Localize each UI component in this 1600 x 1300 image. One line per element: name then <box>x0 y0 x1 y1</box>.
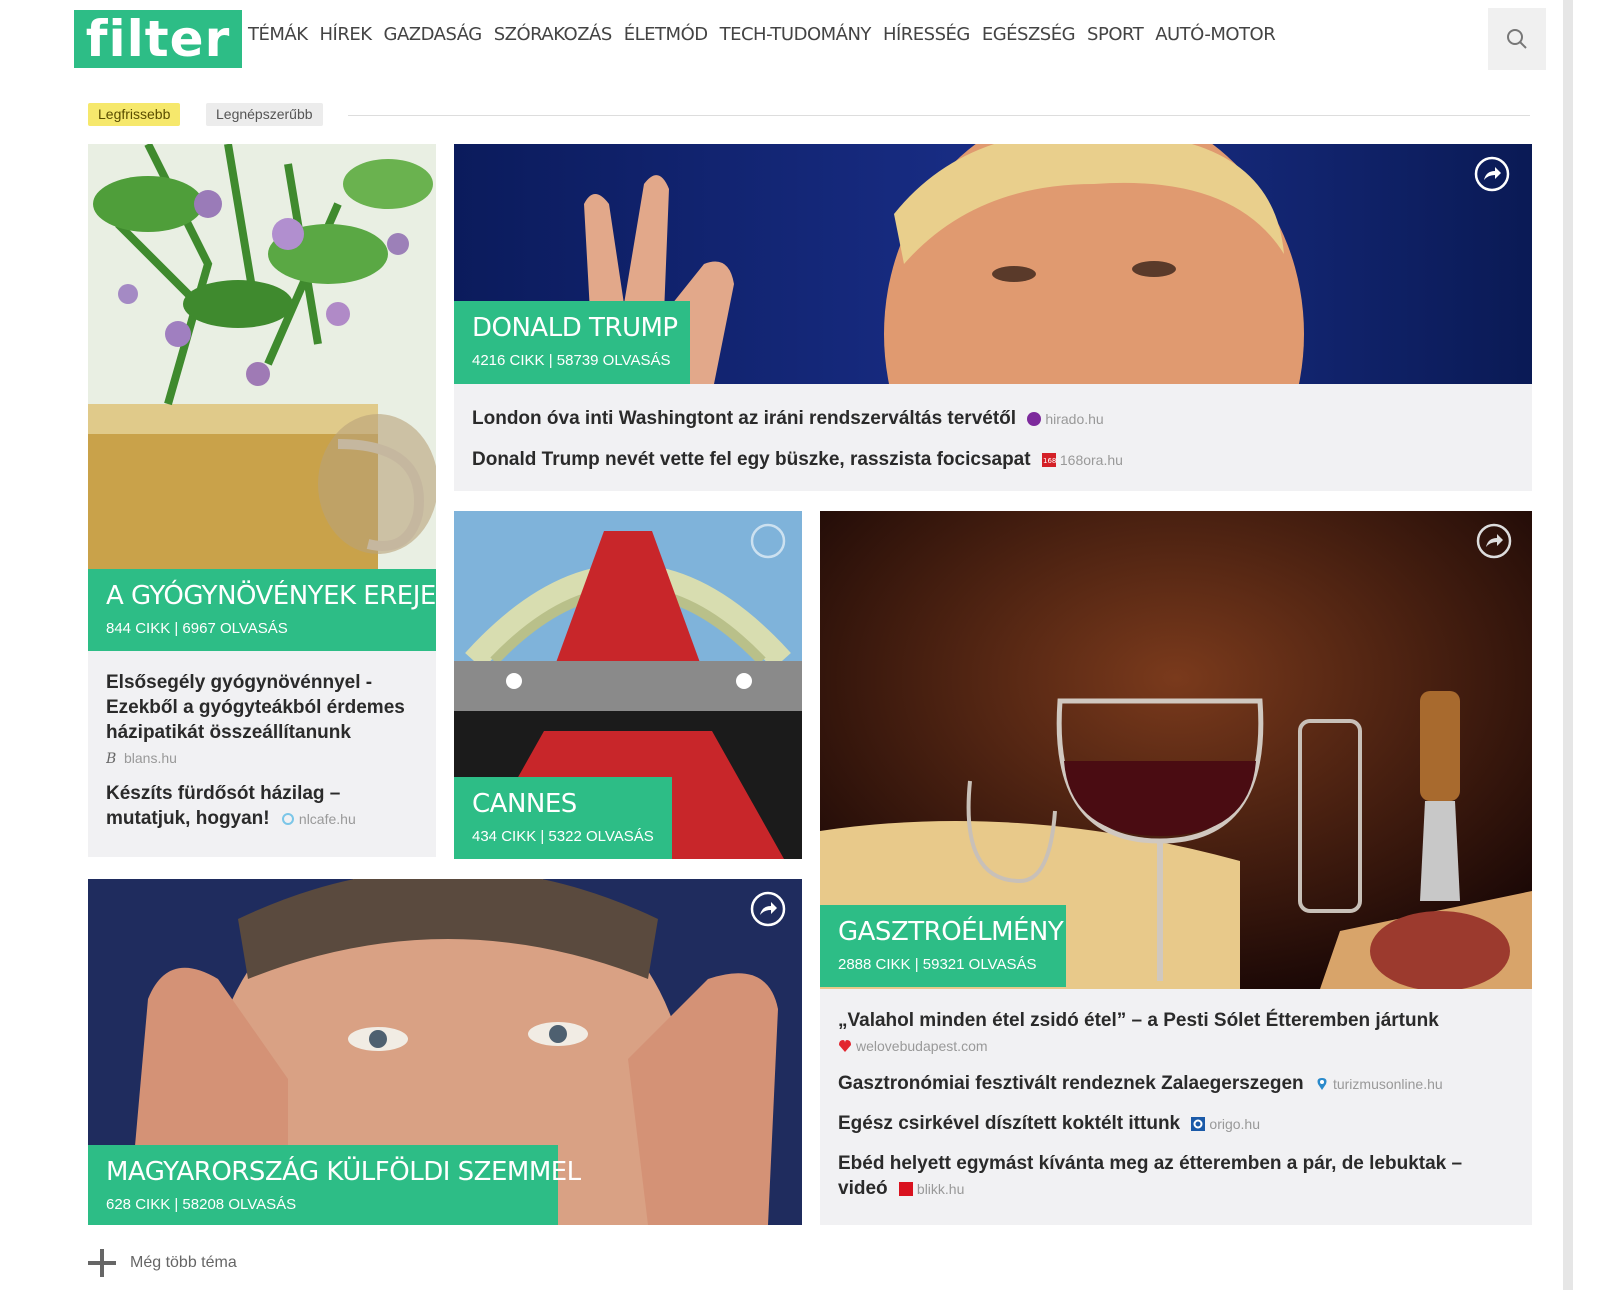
article-link[interactable]: London óva inti Washingtont az iráni ren… <box>472 406 1514 432</box>
topic-label-trump[interactable]: DONALD TRUMP 4216 CIKK | 58739 OLVASÁS <box>454 301 690 384</box>
topic-title: GASZTROÉLMÉNY <box>838 917 1064 947</box>
nav-item-temak[interactable]: TÉMÁK <box>248 24 308 45</box>
search-icon <box>1507 29 1527 49</box>
article-source: turizmusonline.hu <box>1315 1076 1443 1092</box>
scrollbar[interactable] <box>1563 0 1573 1290</box>
topic-label-herbs[interactable]: A GYÓGYNÖVÉNYEK EREJE 844 CIKK | 6967 OL… <box>88 569 436 651</box>
article-link[interactable]: Készíts fürdősót házilag – mutatjuk, hog… <box>106 781 418 832</box>
article-link[interactable]: Gasztronómiai fesztivált rendeznek Zalae… <box>838 1071 1514 1097</box>
topic-label-cannes[interactable]: CANNES 434 CIKK | 5322 OLVASÁS <box>454 777 672 859</box>
topic-card-herbs[interactable]: A GYÓGYNÖVÉNYEK EREJE 844 CIKK | 6967 OL… <box>88 144 436 857</box>
topic-stats: 4216 CIKK | 58739 OLVASÁS <box>472 352 671 369</box>
search-button[interactable] <box>1488 8 1546 70</box>
nav-item-sport[interactable]: SPORT <box>1087 24 1144 45</box>
welovebudapest-logo-icon <box>839 1040 851 1052</box>
topic-card-gastro[interactable]: GASZTROÉLMÉNY 2888 CIKK | 59321 OLVASÁS … <box>820 511 1532 1225</box>
topic-stats: 844 CIKK | 6967 OLVASÁS <box>106 620 288 637</box>
share-icon[interactable] <box>1476 523 1512 559</box>
article-title: „Valahol minden étel zsidó étel” – a Pes… <box>838 1010 1439 1031</box>
tab-popular[interactable]: Legnépszerűbb <box>206 103 323 126</box>
article-source: Bblans.hu <box>106 750 177 766</box>
topic-stats: 434 CIKK | 5322 OLVASÁS <box>472 828 654 845</box>
topic-title: CANNES <box>472 789 577 819</box>
article-source: origo.hu <box>1191 1116 1260 1132</box>
nav-item-egeszseg[interactable]: EGÉSZSÉG <box>982 24 1076 45</box>
168ora-logo-icon: 168 <box>1041 453 1056 467</box>
topic-label-hungary[interactable]: MAGYARORSZÁG KÜLFÖLDI SZEMMEL 628 CIKK |… <box>88 1145 581 1225</box>
plus-icon <box>88 1249 116 1277</box>
map-pin-icon <box>1317 1078 1327 1090</box>
topic-title: MAGYARORSZÁG KÜLFÖLDI SZEMMEL <box>106 1157 581 1187</box>
article-link[interactable]: Donald Trump nevét vette fel egy büszke,… <box>472 447 1514 473</box>
nav-item-hirek[interactable]: HÍREK <box>320 24 373 45</box>
nav-item-eletmod[interactable]: ÉLETMÓD <box>624 24 708 45</box>
share-icon[interactable] <box>750 891 786 927</box>
article-source: welovebudapest.com <box>838 1038 988 1054</box>
topic-card-trump[interactable]: DONALD TRUMP 4216 CIKK | 58739 OLVASÁS L… <box>454 144 1532 491</box>
topic-stats: 628 CIKK | 58208 OLVASÁS <box>106 1196 297 1213</box>
topic-card-cannes[interactable]: CANNES 434 CIKK | 5322 OLVASÁS <box>454 511 802 859</box>
nlcafe-logo-icon <box>281 813 294 825</box>
article-link[interactable]: Egész csirkével díszített koktélt ittunk… <box>838 1111 1514 1137</box>
topic-title: DONALD TRUMP <box>472 313 678 343</box>
nav-item-tech-tudomany[interactable]: TECH-TUDOMÁNY <box>720 24 872 45</box>
site-logo[interactable]: filter <box>74 10 242 68</box>
article-source: nlcafe.hu <box>281 811 356 827</box>
blans-logo-icon: B <box>106 751 116 765</box>
article-title: Gasztronómiai fesztivált rendeznek Zalae… <box>838 1073 1304 1094</box>
article-title: Donald Trump nevét vette fel egy büszke,… <box>472 449 1031 470</box>
article-source: hirado.hu <box>1027 411 1104 427</box>
article-title: Egész csirkével díszített koktélt ittunk <box>838 1113 1181 1134</box>
divider <box>348 115 1530 116</box>
topic-title: A GYÓGYNÖVÉNYEK EREJE <box>106 581 436 611</box>
share-icon[interactable] <box>1474 156 1510 192</box>
more-topics-label: Még több téma <box>130 1254 237 1271</box>
nav-item-hiresseg[interactable]: HÍRESSÉG <box>883 24 970 45</box>
topic-label-gastro[interactable]: GASZTROÉLMÉNY 2888 CIKK | 59321 OLVASÁS <box>820 905 1066 987</box>
article-source: blikk.hu <box>898 1181 964 1197</box>
article-list: Elsősegély gyógynövénnyel - Ezekből a gy… <box>88 670 436 846</box>
more-topics-button[interactable]: Még több téma <box>88 1249 237 1277</box>
article-link[interactable]: „Valahol minden étel zsidó étel” – a Pes… <box>838 1008 1514 1059</box>
tab-newest[interactable]: Legfrissebb <box>88 103 181 126</box>
article-link[interactable]: Elsősegély gyógynövénnyel - Ezekből a gy… <box>106 670 418 771</box>
article-link[interactable]: Ebéd helyett egymást kívánta meg az étte… <box>838 1151 1514 1202</box>
topic-stats: 2888 CIKK | 59321 OLVASÁS <box>838 956 1037 973</box>
herbs-image <box>88 144 436 569</box>
nav-item-auto-motor[interactable]: AUTÓ-MOTOR <box>1155 24 1276 45</box>
topic-card-hungary[interactable]: MAGYARORSZÁG KÜLFÖLDI SZEMMEL 628 CIKK |… <box>88 879 802 1225</box>
article-list: London óva inti Washingtont az iráni ren… <box>454 406 1532 487</box>
blikk-logo-icon <box>898 1182 913 1196</box>
svg-text:B: B <box>106 751 116 765</box>
origo-logo-icon <box>1191 1117 1206 1131</box>
main-nav: TÉMÁK HÍREK GAZDASÁG SZÓRAKOZÁS ÉLETMÓD … <box>248 24 1287 45</box>
article-list: „Valahol minden étel zsidó étel” – a Pes… <box>820 1008 1532 1216</box>
hirado-logo-icon <box>1027 412 1042 426</box>
article-title: London óva inti Washingtont az iráni ren… <box>472 408 1017 429</box>
nav-item-gazdasag[interactable]: GAZDASÁG <box>384 24 483 45</box>
article-title: Elsősegély gyógynövénnyel - Ezekből a gy… <box>106 672 405 743</box>
nav-item-szorakozas[interactable]: SZÓRAKOZÁS <box>494 24 613 45</box>
svg-text:168: 168 <box>1043 457 1056 465</box>
article-source: 168 168ora.hu <box>1041 452 1123 468</box>
share-icon[interactable] <box>750 523 786 559</box>
